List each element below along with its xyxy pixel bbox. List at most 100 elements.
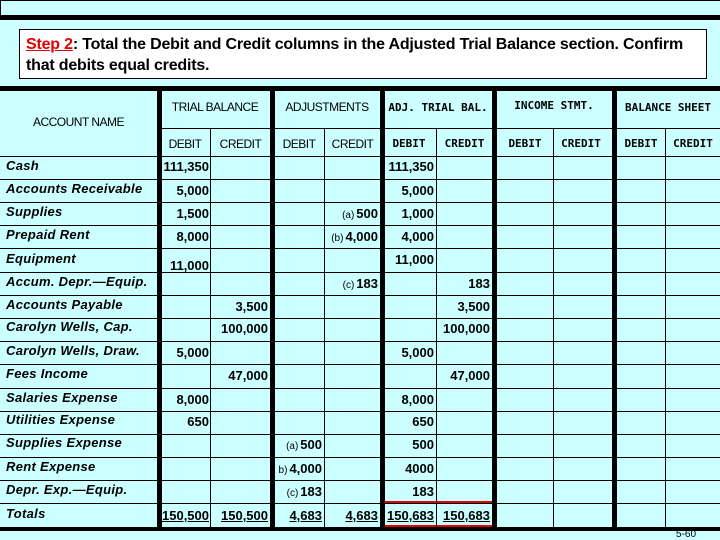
step-label: Step 2	[26, 36, 73, 53]
account-name: Accum. Depr.—Equip.	[6, 274, 148, 289]
column-divider-thick	[380, 86, 385, 529]
cell-atb-debit: 4,000	[401, 229, 434, 244]
cell-tb-debit: 11,000	[169, 258, 209, 273]
instruction-box: Step 2: Total the Debit and Credit colum…	[19, 29, 707, 79]
cell-tb-credit: 100,000	[221, 321, 268, 336]
cell-tb-debit: 8,000	[176, 229, 209, 244]
column-divider-thick	[157, 86, 162, 529]
header-is-debit: DEBIT	[508, 137, 542, 150]
header-tb-debit: DEBIT	[168, 137, 202, 151]
cell-tb-credit: 150,500	[221, 508, 268, 523]
cell-atb-credit: 100,000	[443, 321, 490, 336]
adjustment-entry: (a) 500	[286, 437, 322, 452]
row-divider	[0, 434, 720, 435]
column-divider	[324, 128, 325, 528]
cell-adj-debit: 4,683	[289, 508, 322, 523]
cell-atb-debit: 5,000	[401, 183, 434, 198]
instruction-text: : Total the Debit and Credit columns in …	[26, 36, 683, 74]
adjustment-value: 4,000	[345, 229, 378, 244]
account-name: Carolyn Wells, Cap.	[6, 319, 133, 334]
header-trial-balance: TRIAL BALANCE	[171, 100, 259, 114]
row-divider	[0, 341, 720, 342]
row-divider	[0, 411, 720, 412]
page-number: 5-60	[676, 529, 697, 540]
adjustment-tag: b)	[278, 465, 288, 476]
cell-tb-debit: 1,500	[176, 206, 209, 221]
header-subdivider	[160, 128, 720, 129]
adjustment-value: 500	[356, 206, 378, 221]
row-divider	[0, 248, 720, 249]
row-divider	[0, 156, 720, 157]
adjustment-entry: (c) 183	[287, 484, 322, 499]
header-atb-credit: CREDIT	[444, 137, 485, 150]
header-income-statement: INCOME STMT.	[514, 99, 594, 112]
header-adj-credit: CREDIT	[331, 137, 374, 151]
cell-atb-debit: 1,000	[401, 206, 434, 221]
row-divider	[0, 225, 720, 226]
account-name: Rent Expense	[6, 459, 96, 474]
column-divider	[210, 128, 211, 528]
row-divider	[0, 457, 720, 458]
adjustment-tag: (c)	[286, 488, 299, 499]
adjustment-entry: (a) 500	[342, 206, 378, 221]
cell-atb-debit: 8,000	[401, 392, 434, 407]
adjustment-value: 4,000	[289, 461, 322, 476]
cell-atb-debit: 4000	[405, 461, 434, 476]
account-name: Salaries Expense	[6, 390, 118, 405]
account-name: Cash	[6, 158, 39, 173]
top-divider	[0, 15, 720, 20]
header-balance-sheet: BALANCE SHEET	[624, 101, 712, 114]
cell-atb-debit: 183	[412, 484, 434, 499]
account-name: Depr. Exp.—Equip.	[6, 482, 128, 497]
adjustment-value: 500	[300, 437, 322, 452]
cell-tb-debit: 5,000	[176, 183, 209, 198]
row-divider	[0, 364, 720, 365]
row-divider	[0, 295, 720, 296]
header-adjustments: ADJUSTMENTS	[285, 100, 369, 114]
top-frame	[0, 0, 720, 16]
column-divider-thick	[492, 86, 497, 529]
cell-tb-credit: 47,000	[228, 368, 268, 383]
cell-adj-credit: 4,683	[345, 508, 378, 523]
cell-tb-debit: 150,500	[162, 508, 209, 523]
cell-tb-debit: 650	[187, 414, 209, 429]
cell-tb-debit: 111,350	[163, 159, 209, 174]
account-name: Accounts Receivable	[6, 181, 143, 196]
adjustment-entry: b) 4,000	[279, 461, 322, 476]
account-name: Supplies	[6, 204, 63, 219]
cell-atb-credit: 183	[468, 276, 490, 291]
row-divider	[0, 318, 720, 319]
cell-atb-debit: 5,000	[401, 345, 434, 360]
column-divider	[665, 128, 666, 528]
header-bs-debit: DEBIT	[624, 137, 658, 150]
adjustment-entry: (b) 4,000	[331, 229, 378, 244]
cell-atb-debit: 650	[412, 414, 434, 429]
header-account-name: ACCOUNT NAME	[32, 115, 125, 129]
header-adj-debit: DEBIT	[282, 137, 316, 151]
row-divider	[0, 272, 720, 273]
cell-atb-credit: 47,000	[450, 368, 490, 383]
column-divider-thick	[612, 86, 617, 529]
account-name: Supplies Expense	[6, 435, 123, 450]
row-divider	[0, 202, 720, 203]
adjustment-tag: (a)	[342, 210, 355, 221]
header-adj-trial-balance: ADJ. TRIAL BAL.	[388, 101, 488, 114]
header-atb-debit: DEBIT	[392, 137, 426, 150]
totals-label: Totals	[6, 506, 46, 521]
cell-tb-debit: 5,000	[176, 345, 209, 360]
header-bs-credit: CREDIT	[673, 137, 713, 150]
row-divider	[0, 503, 720, 504]
cell-atb-debit: 11,000	[394, 252, 434, 267]
header-tb-credit: CREDIT	[219, 137, 262, 151]
header-is-credit: CREDIT	[561, 137, 601, 150]
totals-highlight-box	[380, 501, 496, 528]
account-name: Fees Income	[6, 366, 89, 381]
account-name: Accounts Payable	[6, 297, 123, 312]
account-name: Utilities Expense	[6, 412, 116, 427]
row-divider	[0, 179, 720, 180]
adjustment-tag: (b)	[331, 233, 344, 244]
adjustment-value: 183	[300, 484, 322, 499]
cell-atb-debit: 111,350	[388, 159, 434, 174]
account-name: Prepaid Rent	[6, 227, 90, 242]
column-divider-thick	[270, 86, 275, 529]
